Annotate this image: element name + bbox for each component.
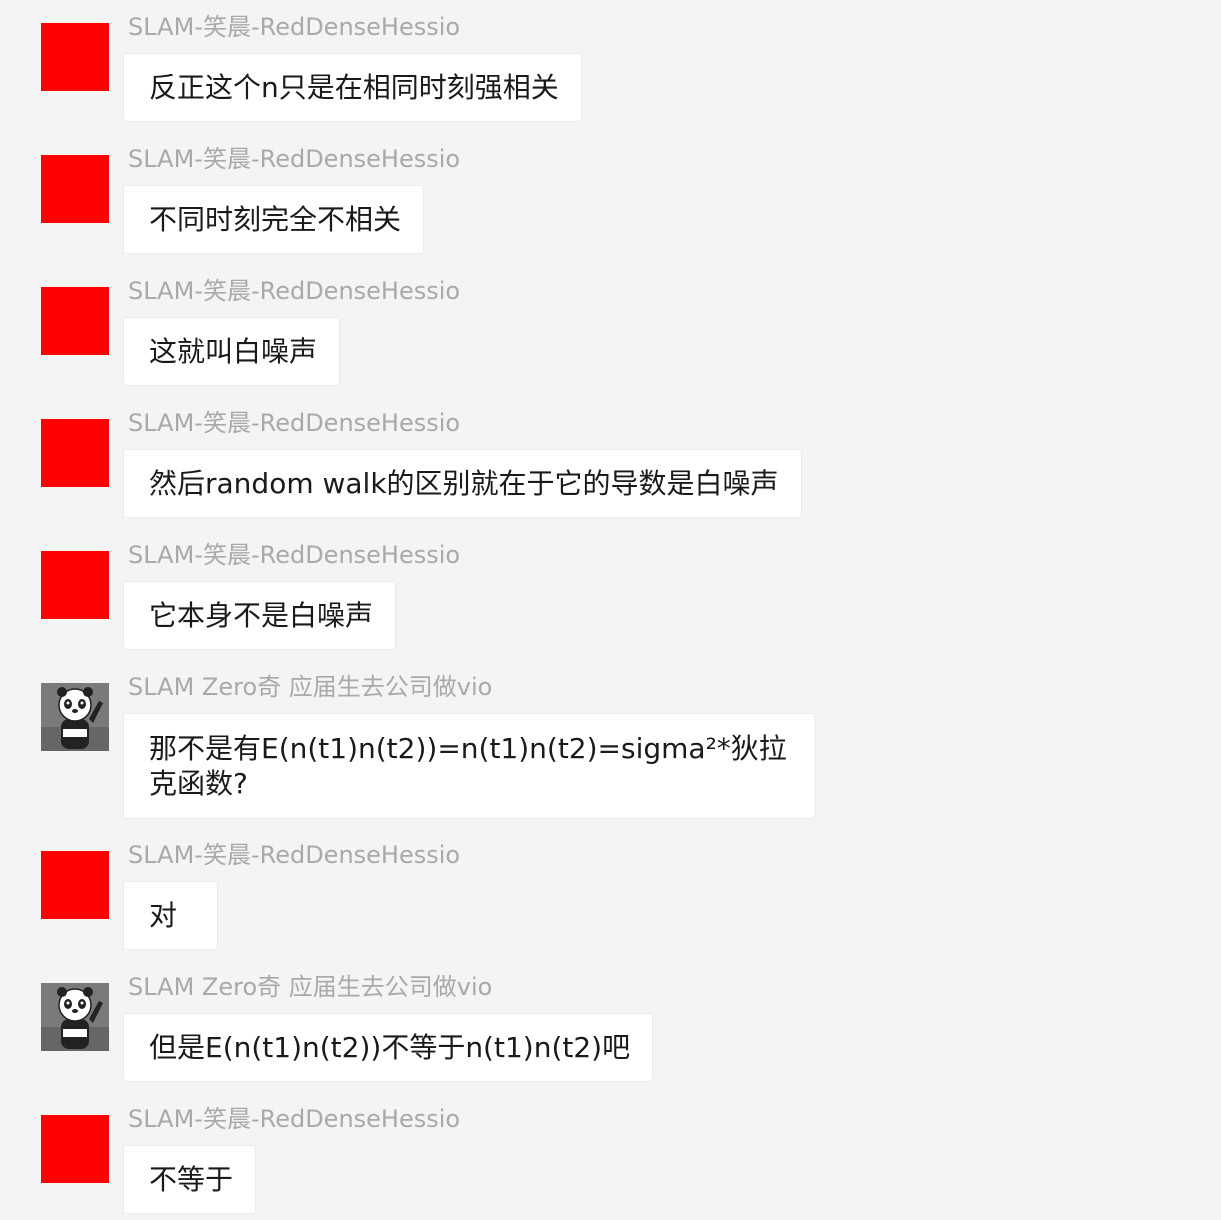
panda-icon: [41, 983, 109, 1051]
sender-avatar[interactable]: [41, 23, 109, 91]
panda-icon: [41, 683, 109, 751]
sender-name[interactable]: SLAM Zero奇 应届生去公司做vio: [128, 672, 492, 702]
chat-message-list: SLAM-笑晨-RedDenseHessio 反正这个n只是在相同时刻强相关 S…: [0, 0, 1221, 1220]
sender-name[interactable]: SLAM-笑晨-RedDenseHessio: [128, 540, 460, 570]
sender-name[interactable]: SLAM-笑晨-RedDenseHessio: [128, 1104, 460, 1134]
sender-avatar[interactable]: [41, 419, 109, 487]
sender-avatar[interactable]: [41, 155, 109, 223]
sender-name[interactable]: SLAM-笑晨-RedDenseHessio: [128, 276, 460, 306]
message-bubble[interactable]: 不等于: [123, 1145, 257, 1214]
message-bubble[interactable]: 对: [123, 881, 218, 950]
message-bubble[interactable]: 但是E(n(t1)n(t2))不等于n(t1)n(t2)吧: [123, 1013, 654, 1082]
sender-name[interactable]: SLAM-笑晨-RedDenseHessio: [128, 408, 460, 438]
sender-name[interactable]: SLAM-笑晨-RedDenseHessio: [128, 840, 460, 870]
sender-avatar[interactable]: [41, 683, 109, 751]
message-bubble[interactable]: 这就叫白噪声: [123, 317, 341, 386]
sender-avatar[interactable]: [41, 983, 109, 1051]
sender-avatar[interactable]: [41, 851, 109, 919]
message-bubble[interactable]: 反正这个n只是在相同时刻强相关: [123, 53, 582, 122]
message-bubble[interactable]: 然后random walk的区别就在于它的导数是白噪声: [123, 449, 802, 518]
message-bubble[interactable]: 它本身不是白噪声: [123, 581, 397, 650]
message-bubble[interactable]: 那不是有E(n(t1)n(t2))=n(t1)n(t2)=sigma²*狄拉克函…: [123, 713, 815, 819]
sender-name[interactable]: SLAM-笑晨-RedDenseHessio: [128, 12, 460, 42]
sender-avatar[interactable]: [41, 287, 109, 355]
message-bubble[interactable]: 不同时刻完全不相关: [123, 185, 425, 254]
sender-avatar[interactable]: [41, 1115, 109, 1183]
sender-avatar[interactable]: [41, 551, 109, 619]
sender-name[interactable]: SLAM-笑晨-RedDenseHessio: [128, 144, 460, 174]
sender-name[interactable]: SLAM Zero奇 应届生去公司做vio: [128, 972, 492, 1002]
